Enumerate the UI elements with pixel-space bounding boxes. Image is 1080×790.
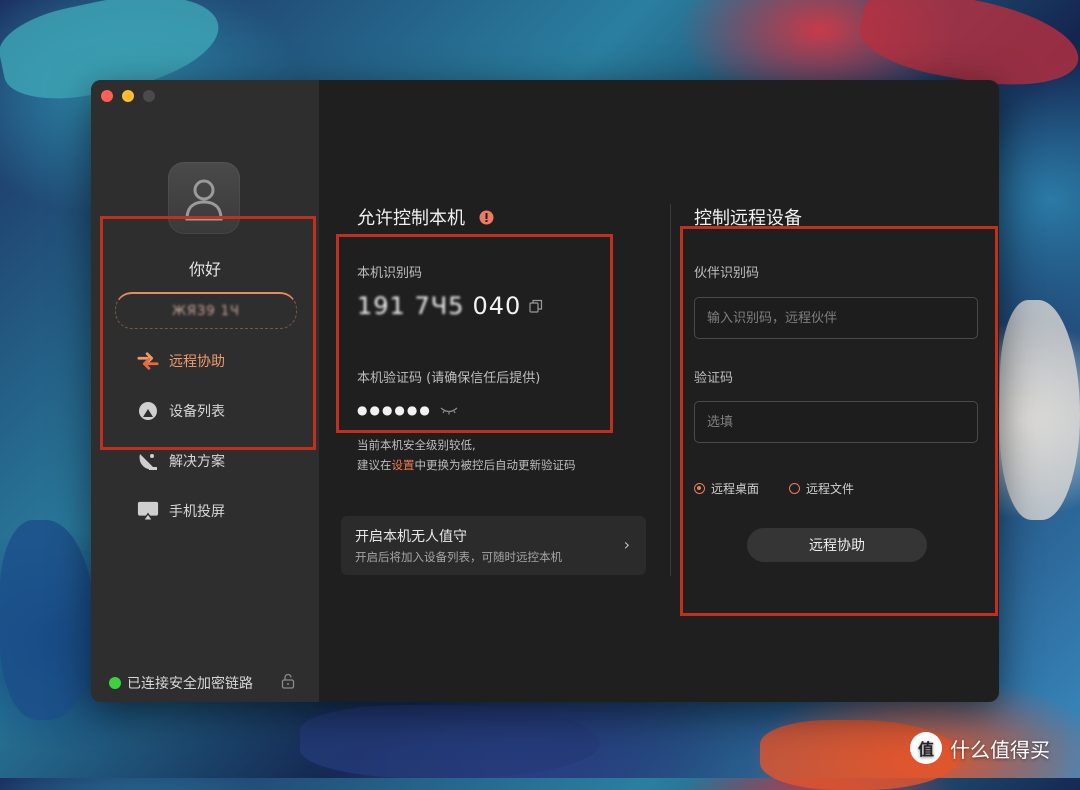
wallpaper-stroke <box>0 520 95 720</box>
security-hint: 当前本机安全级别较低, 建议在设置中更换为被控后自动更新验证码 <box>357 435 576 475</box>
watermark-logo: 值 <box>910 732 942 764</box>
unattended-card[interactable]: 开启本机无人值守 开启后将加入设备列表，可随时远控本机 › <box>341 516 646 575</box>
satellite-dish-icon <box>137 450 159 472</box>
nav-item-screen-cast[interactable]: 手机投屏 <box>137 500 225 522</box>
allow-control-title-text: 允许控制本机 <box>357 208 465 229</box>
hint-prefix: 建议在 <box>357 458 392 472</box>
minimize-window-button[interactable] <box>122 90 134 102</box>
zoom-window-button[interactable] <box>143 90 155 102</box>
highlight-box-allow <box>336 234 613 433</box>
status-text: 已连接安全加密链路 <box>127 676 253 692</box>
lock-icon[interactable] <box>281 673 295 689</box>
settings-link[interactable]: 设置 <box>392 458 415 472</box>
wallpaper-stroke <box>1000 300 1080 520</box>
security-hint-line1: 当前本机安全级别较低, <box>357 438 476 452</box>
hint-suffix: 中更换为被控后自动更新验证码 <box>414 458 576 472</box>
highlight-box-remote <box>680 226 998 616</box>
highlight-box-sidebar <box>100 216 316 450</box>
section-divider <box>670 204 671 576</box>
wallpaper-stroke <box>300 705 600 778</box>
close-window-button[interactable] <box>101 90 113 102</box>
warning-icon[interactable] <box>479 210 494 225</box>
connection-status: 已连接安全加密链路 <box>109 673 253 693</box>
nav-label: 解决方案 <box>169 454 225 470</box>
unattended-title: 开启本机无人值守 <box>355 529 467 545</box>
screen-cast-icon <box>137 500 159 522</box>
unattended-subtitle: 开启后将加入设备列表，可随时远控本机 <box>355 550 562 564</box>
watermark-text: 什么值得买 <box>950 737 1050 762</box>
nav-label: 手机投屏 <box>169 504 225 520</box>
status-dot-icon <box>109 677 121 689</box>
user-silhouette-icon <box>185 179 223 221</box>
allow-control-title: 允许控制本机 <box>357 204 494 230</box>
watermark: 值 什么值得买 <box>910 732 1050 764</box>
chevron-right-icon: › <box>623 535 630 554</box>
nav-item-solutions[interactable]: 解决方案 <box>137 450 225 472</box>
security-hint-line2: 建议在设置中更换为被控后自动更新验证码 <box>357 455 576 475</box>
